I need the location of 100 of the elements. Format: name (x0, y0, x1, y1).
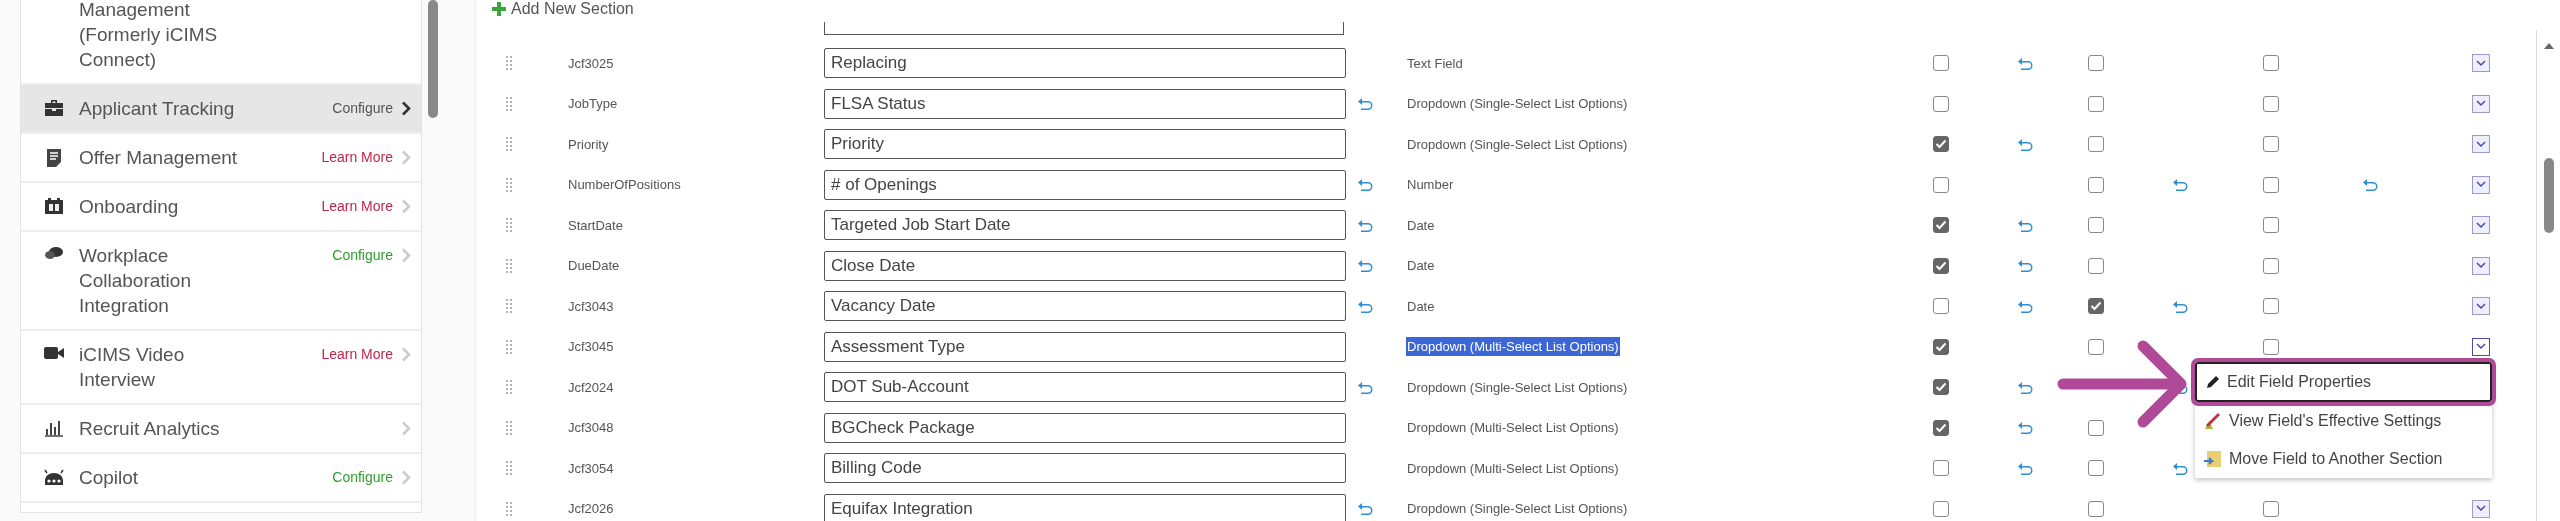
sidebar-action-link[interactable]: Configure (332, 465, 393, 490)
checkbox[interactable] (2088, 419, 2104, 436)
sidebar-item[interactable]: Workplace Collaboration Integration Configure (21, 232, 421, 331)
drag-handle-icon[interactable] (505, 257, 513, 274)
checkbox[interactable] (1933, 136, 1949, 153)
checkbox[interactable] (2088, 257, 2104, 274)
checkbox[interactable] (1933, 298, 1949, 315)
dropdown-button[interactable] (2472, 216, 2490, 235)
checkbox[interactable] (2088, 176, 2104, 193)
chevron-right-icon (401, 150, 411, 165)
sidebar-action-link[interactable]: Configure (332, 96, 393, 121)
drag-handle-icon[interactable] (505, 379, 513, 396)
label-input[interactable]: FLSA Status (824, 88, 1346, 119)
checkbox[interactable] (1933, 95, 1949, 112)
sidebar-action-link[interactable]: Learn More (321, 194, 393, 219)
drag-handle-icon[interactable] (505, 176, 513, 193)
checkbox[interactable] (2088, 500, 2104, 517)
chevron-down-icon (2476, 100, 2486, 108)
checkbox[interactable] (1933, 460, 1949, 477)
checkmark-icon (1935, 341, 1947, 352)
field-type: Date (1406, 297, 1436, 316)
menu-item[interactable]: Move Field to Another Section (2195, 440, 2492, 478)
dropdown-button[interactable] (2472, 337, 2490, 356)
checkbox[interactable] (2088, 55, 2104, 72)
sidebar-action-link[interactable]: Configure (332, 243, 393, 268)
label-input[interactable]: Close Date (824, 250, 1346, 281)
dropdown-button[interactable] (2472, 54, 2490, 73)
label-input[interactable]: Billing Code (824, 453, 1346, 484)
checkbox[interactable] (2088, 298, 2104, 315)
checkmark-icon (1935, 422, 1947, 433)
sidebar-item[interactable]: Onboarding Learn More (21, 183, 421, 232)
drag-handle-icon[interactable] (505, 55, 513, 72)
field-code: Jcf3054 (568, 460, 614, 476)
checkbox[interactable] (1933, 379, 1949, 396)
checkbox[interactable] (1933, 257, 1949, 274)
checkbox[interactable] (1933, 419, 1949, 436)
chevron-down-icon (2476, 59, 2486, 67)
label-input[interactable]: DOT Sub-Account (824, 372, 1346, 403)
checkbox[interactable] (2088, 136, 2104, 153)
drag-handle-icon[interactable] (505, 460, 513, 477)
label-input[interactable]: # of Openings (824, 169, 1346, 200)
drag-handle-icon[interactable] (505, 298, 513, 315)
checkbox[interactable] (2088, 338, 2104, 355)
field-code: Jcf3045 (568, 339, 614, 355)
dropdown-button[interactable] (2472, 175, 2490, 194)
dropdown-button[interactable] (2472, 135, 2490, 154)
sidebar-action-link[interactable]: Learn More (321, 342, 393, 367)
checkbox[interactable] (1933, 217, 1949, 234)
chevron-down-icon (2476, 262, 2486, 270)
checkbox[interactable] (1933, 338, 1949, 355)
checkbox[interactable] (2263, 338, 2279, 355)
field-type: Dropdown (Multi-Select List Options) (1406, 459, 1620, 478)
checkbox[interactable] (2263, 500, 2279, 517)
label-input[interactable]: Assessment Type (824, 331, 1346, 362)
drag-handle-icon[interactable] (505, 95, 513, 112)
checkbox[interactable] (2263, 95, 2279, 112)
drag-handle-icon[interactable] (505, 500, 513, 517)
dropdown-button[interactable] (2472, 94, 2490, 113)
scroll-up-arrow-icon[interactable] (2542, 42, 2555, 50)
label-input[interactable]: Priority (824, 129, 1346, 160)
sidebar-item[interactable]: Recruit Analytics (21, 405, 421, 454)
robot-icon (42, 468, 66, 486)
sidebar-item[interactable]: iCIMS Video Interview Learn More (21, 331, 421, 405)
sidebar-item[interactable]: Offer Management Learn More (21, 134, 421, 183)
checkbox[interactable] (2263, 55, 2279, 72)
drag-handle-icon[interactable] (505, 419, 513, 436)
chevron-right-icon (401, 199, 411, 214)
sidebar-item[interactable]: Copilot Configure (21, 454, 421, 503)
add-section-button[interactable]: Add New Section (491, 0, 634, 18)
drag-handle-icon[interactable] (505, 136, 513, 153)
checkbox[interactable] (1933, 500, 1949, 517)
briefcase-icon (44, 99, 64, 117)
checkbox[interactable] (2088, 95, 2104, 112)
sidebar-action-link[interactable]: Learn More (321, 145, 393, 170)
field-code: StartDate (568, 217, 623, 233)
scrollbar-thumb[interactable] (2543, 158, 2554, 233)
label-input[interactable]: Equifax Integration (824, 493, 1346, 521)
menu-item[interactable]: View Field's Effective Settings (2195, 402, 2492, 440)
drag-handle-icon[interactable] (505, 338, 513, 355)
checkbox[interactable] (2088, 460, 2104, 477)
dropdown-button[interactable] (2472, 256, 2490, 275)
label-input[interactable]: Targeted Job Start Date (824, 210, 1346, 241)
checkbox[interactable] (2088, 217, 2104, 234)
checkbox[interactable] (2263, 136, 2279, 153)
sidebar-item[interactable]: Applicant Tracking Configure (21, 85, 421, 134)
label-input[interactable]: Vacancy Date (824, 291, 1346, 322)
label-input[interactable]: Replacing (824, 48, 1346, 79)
dropdown-button[interactable] (2472, 297, 2490, 316)
scrollbar-thumb[interactable] (428, 0, 438, 118)
checkbox[interactable] (1933, 176, 1949, 193)
checkbox[interactable] (2263, 176, 2279, 193)
checkbox[interactable] (2263, 257, 2279, 274)
checkbox[interactable] (1933, 55, 1949, 72)
checkbox[interactable] (2263, 217, 2279, 234)
checkbox[interactable] (2263, 298, 2279, 315)
drag-handle-icon[interactable] (505, 217, 513, 234)
field-type: Dropdown (Multi-Select List Options) (1406, 337, 1620, 357)
label-input[interactable]: BGCheck Package (824, 412, 1346, 443)
dropdown-button[interactable] (2472, 499, 2490, 518)
input-field[interactable] (824, 22, 1344, 35)
